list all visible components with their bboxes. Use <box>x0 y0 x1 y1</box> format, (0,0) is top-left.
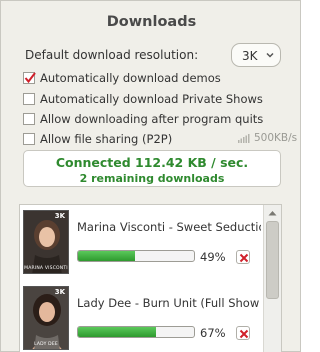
list-scrollbar[interactable] <box>263 205 281 352</box>
scrollbar-thumb[interactable] <box>266 221 279 299</box>
checkbox-file-sharing[interactable] <box>23 133 35 145</box>
download-title: Lady Dee - Burn Unit (Full Show e0... <box>77 296 261 310</box>
connection-speed-text: Connected 112.42 KB / sec. <box>55 155 249 170</box>
list-item[interactable]: 3K LADY DEE Lady Dee - Burn Unit (Full S… <box>20 281 263 352</box>
progress-percent: 49% <box>200 250 226 264</box>
checkmark-icon <box>24 72 36 84</box>
progress-fill <box>78 327 156 337</box>
remaining-downloads-text: 2 remaining downloads <box>79 172 225 185</box>
checkbox-download-demos[interactable] <box>23 72 36 84</box>
checkbox-download-after-quit[interactable] <box>23 113 35 125</box>
video-thumbnail[interactable]: 3K LADY DEE <box>23 286 69 350</box>
quality-badge: 3K <box>54 212 65 220</box>
thumbnail-caption: LADY DEE <box>34 342 58 347</box>
download-title: Marina Visconti - Sweet Seduction <box>77 220 261 234</box>
progress-percent: 67% <box>200 326 226 340</box>
option-label: Allow file sharing (P2P) <box>40 132 173 146</box>
resolution-label: Default download resolution: <box>25 48 199 62</box>
thumbnail-caption: MARINA VISCONTI <box>24 266 68 271</box>
list-item[interactable]: 3K MARINA VISCONTI Marina Visconti - Swe… <box>20 205 263 277</box>
option-label: Allow downloading after program quits <box>40 112 264 126</box>
download-progress-bar <box>77 326 195 338</box>
signal-strength-icon <box>238 134 250 143</box>
arrow-up-icon[interactable] <box>268 210 277 216</box>
video-thumbnail[interactable]: 3K MARINA VISCONTI <box>23 210 69 274</box>
resolution-value: 3K <box>242 49 258 63</box>
checkbox-download-private-shows[interactable] <box>23 93 35 105</box>
delete-download-button[interactable] <box>236 326 250 340</box>
close-icon <box>239 329 249 339</box>
speed-limit-value: 500KB/s <box>254 132 298 144</box>
downloads-list[interactable]: 3K MARINA VISCONTI Marina Visconti - Swe… <box>19 204 282 352</box>
option-label: Automatically download demos <box>40 71 221 85</box>
delete-download-button[interactable] <box>236 250 250 264</box>
panel-title: Downloads <box>106 14 197 30</box>
option-label: Automatically download Private Shows <box>40 92 263 106</box>
progress-fill <box>78 251 135 261</box>
chevron-down-icon <box>266 52 274 58</box>
downloads-panel: Downloads Default download resolution: 3… <box>0 0 301 352</box>
model-photo <box>24 287 68 349</box>
download-progress-bar <box>77 250 195 262</box>
connection-status-box: Connected 112.42 KB / sec. 2 remaining d… <box>23 150 281 187</box>
close-icon <box>239 253 249 263</box>
model-photo <box>24 211 68 273</box>
resolution-select[interactable]: 3K <box>231 43 281 67</box>
quality-badge: 3K <box>54 288 65 296</box>
